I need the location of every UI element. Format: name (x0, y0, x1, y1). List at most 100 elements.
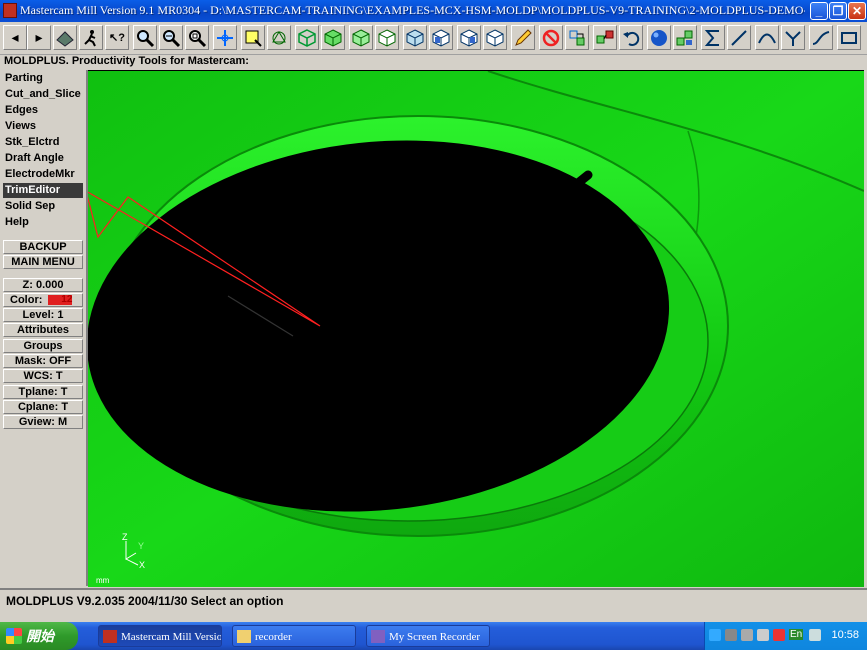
fit-button[interactable] (185, 25, 209, 50)
view-side-button[interactable] (375, 25, 399, 50)
undo-button[interactable] (619, 25, 643, 50)
title-bar: Mastercam Mill Version 9.1 MR0304 - D:\M… (0, 0, 867, 22)
unzoom-button[interactable] (159, 25, 183, 50)
line-icon (731, 29, 747, 46)
task-screen-recorder[interactable]: My Screen Recorder (366, 625, 490, 647)
color-swatch: 12 (48, 295, 73, 306)
menu-item-cut-and-slice[interactable]: Cut_and_Slice (3, 87, 83, 102)
zoom-icon (137, 29, 155, 47)
task-mastercam[interactable]: Mastercam Mill Versio... (98, 625, 222, 647)
group-button[interactable] (593, 25, 617, 50)
task-recorder-folder[interactable]: recorder (232, 625, 356, 647)
menu-item-trim-editor[interactable]: TrimEditor (3, 183, 83, 198)
back-button[interactable]: ◂ (3, 25, 27, 50)
cplane-front-button[interactable] (429, 25, 453, 50)
help-pointer-icon: ↖? (109, 32, 125, 44)
network-icon[interactable] (725, 629, 737, 641)
rectangle-button[interactable] (837, 25, 861, 50)
sum-button[interactable] (701, 25, 725, 50)
recorder-icon (371, 630, 385, 643)
menu-item-draft-angle[interactable]: Draft Angle (3, 151, 83, 166)
cplane-3d-button[interactable] (483, 25, 507, 50)
arc-button[interactable] (755, 25, 779, 50)
run-button[interactable] (79, 25, 103, 50)
forward-button[interactable]: ▸ (27, 25, 51, 50)
rectangle-icon (841, 31, 857, 44)
wcs-button[interactable]: WCS: T (3, 369, 83, 383)
attributes-button[interactable]: Attributes (3, 323, 83, 337)
undo-icon (623, 31, 640, 46)
color-button[interactable]: Color: 12 (3, 293, 83, 307)
cube-blue-icon (406, 28, 424, 47)
spline-button[interactable] (809, 25, 833, 50)
menu-item-parting[interactable]: Parting (3, 71, 83, 86)
minimize-button[interactable]: _ (810, 2, 828, 20)
menu-item-edges[interactable]: Edges (3, 103, 83, 118)
start-button[interactable]: 開始 (0, 622, 78, 650)
edit-button[interactable] (511, 25, 535, 50)
folder-icon (237, 630, 251, 643)
restore-button[interactable]: ❐ (829, 2, 847, 20)
delete-button[interactable] (539, 25, 563, 50)
menu-item-solid-sep[interactable]: Solid Sep (3, 199, 83, 214)
pan-button[interactable] (213, 25, 237, 50)
window-select-icon (245, 30, 262, 47)
spline-icon (812, 30, 830, 45)
start-label: 開始 (26, 628, 54, 644)
device-icon[interactable] (757, 629, 769, 641)
groups-button[interactable]: Groups (3, 339, 83, 353)
view-front-button[interactable] (349, 25, 373, 50)
app-icon[interactable] (3, 3, 17, 18)
prompt-line: MOLDPLUS. Productivity Tools for Masterc… (4, 55, 249, 67)
graphics-viewport[interactable]: Z Y X mm (88, 70, 864, 587)
levels-button[interactable] (673, 25, 697, 50)
close-button[interactable]: ✕ (848, 2, 866, 20)
analyze-button[interactable] (53, 25, 77, 50)
menu-item-help[interactable]: Help (3, 215, 83, 230)
backup-button[interactable]: BACKUP (3, 240, 83, 254)
view-top-button[interactable] (321, 25, 345, 50)
tplane-button[interactable]: Tplane: T (3, 385, 83, 399)
tray-arrow-icon[interactable] (709, 629, 721, 641)
view-iso-button[interactable] (295, 25, 319, 50)
cube-wire-icon (298, 28, 316, 47)
trim-button[interactable] (781, 25, 805, 50)
volume-icon[interactable] (741, 629, 753, 641)
cube-blue-side-icon (460, 28, 478, 47)
mask-button[interactable]: Mask: OFF (3, 354, 83, 368)
units-label: mm (96, 576, 110, 585)
cplane-button[interactable]: Cplane: T (3, 400, 83, 414)
monitor-icon[interactable] (809, 629, 821, 641)
no-entry-icon (542, 29, 560, 46)
language-indicator[interactable]: En (789, 629, 804, 640)
status-message: MOLDPLUS V9.2.035 2004/11/30 Select an o… (6, 594, 284, 608)
transform-button[interactable] (565, 25, 589, 50)
shade-button[interactable] (647, 25, 671, 50)
menu-item-stk-elctrd[interactable]: Stk_Elctrd (3, 135, 83, 150)
transform-icon (569, 30, 585, 45)
task-label: Mastercam Mill Versio... (121, 631, 222, 643)
toolbar: ◂ ▸ ↖? (0, 22, 867, 55)
cplane-top-button[interactable] (403, 25, 427, 50)
sphere-icon (651, 29, 667, 46)
rotate-icon (272, 30, 286, 44)
pan-crosshair-icon (217, 29, 233, 46)
side-menu: Parting Cut_and_Slice Edges Views Stk_El… (0, 70, 88, 586)
line-button[interactable] (727, 25, 751, 50)
cube-blue-front-icon (432, 28, 450, 47)
cplane-side-button[interactable] (457, 25, 481, 50)
windows-flag-icon (6, 628, 22, 644)
zoom-button[interactable] (133, 25, 157, 50)
menu-item-views[interactable]: Views (3, 119, 83, 134)
gview-button[interactable]: Gview: M (3, 415, 83, 429)
main-menu-button[interactable]: MAIN MENU (3, 255, 83, 269)
menu-item-electrode-mkr[interactable]: ElectrodeMkr (3, 167, 83, 182)
ati-icon[interactable] (773, 629, 785, 641)
slot-feature (573, 170, 593, 188)
help-button[interactable]: ↖? (105, 25, 129, 50)
rotate-button[interactable] (267, 25, 291, 50)
window-select-button[interactable] (241, 25, 265, 50)
cube-3d-icon (486, 28, 504, 47)
level-button[interactable]: Level: 1 (3, 308, 83, 322)
z-depth-button[interactable]: Z: 0.000 (3, 278, 83, 292)
